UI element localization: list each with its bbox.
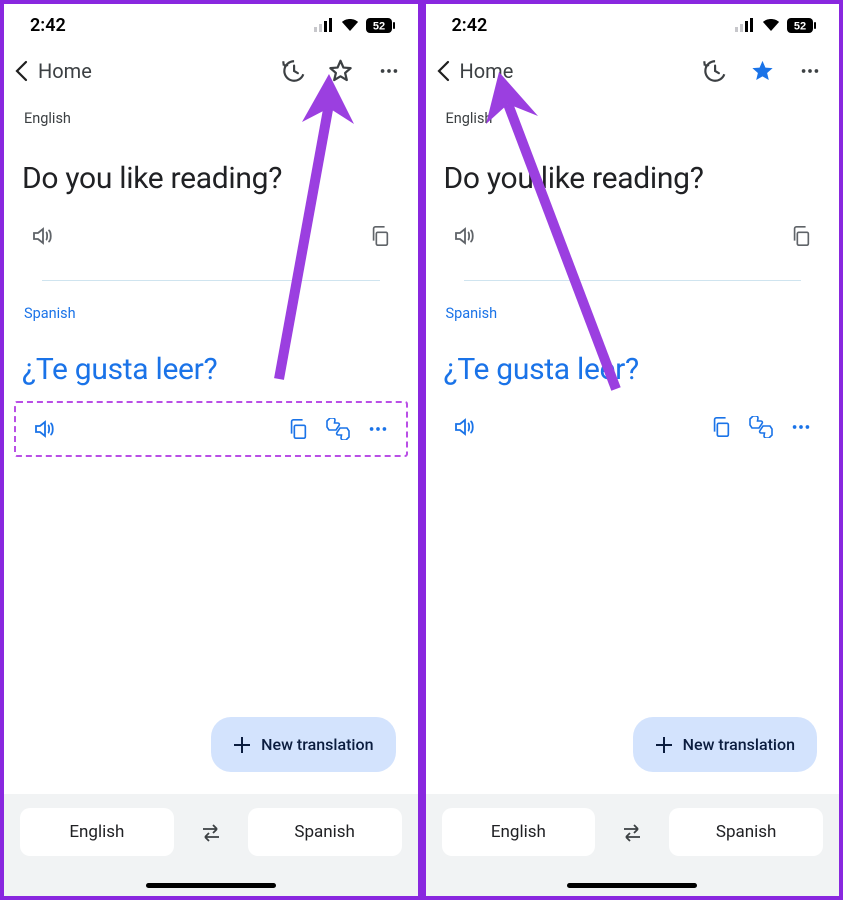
- status-time: 2:42: [452, 15, 488, 36]
- source-text: Do you like reading?: [444, 133, 822, 210]
- cellular-icon: [314, 18, 334, 32]
- more-icon[interactable]: [781, 407, 821, 447]
- target-text: ¿Te gusta leer?: [22, 328, 400, 401]
- back-chevron-icon: [430, 56, 458, 86]
- nav-bar: Home: [4, 46, 418, 96]
- copy-icon[interactable]: [360, 216, 400, 256]
- history-icon[interactable]: [699, 56, 729, 86]
- fab-label: New translation: [683, 735, 795, 754]
- feedback-thumbs-icon[interactable]: [741, 407, 781, 447]
- new-translation-button[interactable]: New translation: [633, 717, 817, 772]
- speaker-icon[interactable]: [24, 409, 64, 449]
- target-text: ¿Te gusta leer?: [444, 328, 822, 401]
- plus-icon: [655, 736, 673, 754]
- source-language-pill[interactable]: English: [442, 808, 596, 856]
- star-outline-icon[interactable]: [326, 56, 356, 86]
- speaker-icon[interactable]: [444, 216, 484, 256]
- star-filled-icon[interactable]: [747, 56, 777, 86]
- copy-icon[interactable]: [701, 407, 741, 447]
- copy-icon[interactable]: [278, 409, 318, 449]
- phone-screen-right: 2:42 52 Home: [422, 0, 843, 900]
- divider: [42, 280, 380, 281]
- wifi-icon: [340, 18, 360, 32]
- nav-back-home[interactable]: Home: [430, 56, 700, 86]
- history-icon[interactable]: [278, 56, 308, 86]
- fab-label: New translation: [261, 735, 373, 754]
- source-language-label: English: [22, 96, 400, 133]
- speaker-icon[interactable]: [22, 216, 62, 256]
- swap-languages-icon[interactable]: [609, 810, 655, 856]
- target-language-pill[interactable]: Spanish: [669, 808, 823, 856]
- svg-text:52: 52: [372, 20, 384, 32]
- target-language-label: Spanish: [444, 291, 822, 328]
- source-actions: [444, 210, 822, 262]
- target-language-pill[interactable]: Spanish: [248, 808, 402, 856]
- svg-text:52: 52: [794, 20, 806, 32]
- status-bar: 2:42 52: [4, 4, 418, 46]
- status-right: 52: [735, 18, 817, 33]
- source-language-label: English: [444, 96, 822, 133]
- translation-content: English Do you like reading? Spanish ¿Te…: [426, 96, 840, 794]
- annotation-highlight-box: [14, 401, 408, 457]
- more-icon[interactable]: [795, 56, 825, 86]
- feedback-thumbs-icon[interactable]: [318, 409, 358, 449]
- language-switcher-bar: English Spanish: [4, 794, 418, 896]
- status-bar: 2:42 52: [426, 4, 840, 46]
- phone-screen-left: 2:42 52 Home: [0, 0, 422, 900]
- source-actions: [22, 210, 400, 262]
- source-text: Do you like reading?: [22, 133, 400, 210]
- target-actions: [24, 403, 398, 455]
- divider: [464, 280, 802, 281]
- nav-back-home[interactable]: Home: [8, 56, 278, 86]
- nav-bar: Home: [426, 46, 840, 96]
- status-time: 2:42: [30, 15, 66, 36]
- target-language-label: Spanish: [22, 291, 400, 328]
- more-icon[interactable]: [374, 56, 404, 86]
- battery-icon: 52: [787, 18, 817, 33]
- source-language-pill[interactable]: English: [20, 808, 174, 856]
- back-chevron-icon: [8, 56, 36, 86]
- new-translation-button[interactable]: New translation: [211, 717, 395, 772]
- home-indicator: [146, 883, 276, 888]
- status-right: 52: [314, 18, 396, 33]
- wifi-icon: [761, 18, 781, 32]
- cellular-icon: [735, 18, 755, 32]
- plus-icon: [233, 736, 251, 754]
- nav-title: Home: [460, 59, 514, 83]
- target-actions: [444, 401, 822, 453]
- translation-content: English Do you like reading? Spanish ¿Te…: [4, 96, 418, 794]
- more-icon[interactable]: [358, 409, 398, 449]
- speaker-icon[interactable]: [444, 407, 484, 447]
- swap-languages-icon[interactable]: [188, 810, 234, 856]
- nav-title: Home: [38, 59, 92, 83]
- language-switcher-bar: English Spanish: [426, 794, 840, 896]
- battery-icon: 52: [366, 18, 396, 33]
- home-indicator: [567, 883, 697, 888]
- copy-icon[interactable]: [781, 216, 821, 256]
